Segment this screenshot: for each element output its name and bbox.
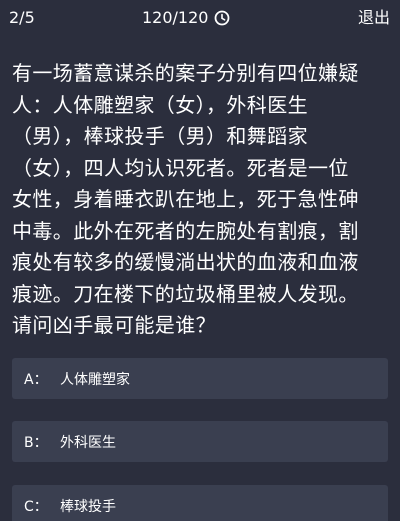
timer-value: 120/120 xyxy=(142,8,209,27)
question-text: 有一场蓄意谋杀的案子分别有四位嫌疑 人：人体雕塑家（女），外科医生 （男），棒球… xyxy=(12,61,359,337)
option-letter: C： xyxy=(24,498,48,515)
option-c[interactable]: C： 棒球投手 xyxy=(12,485,388,521)
exit-button[interactable]: 退出 xyxy=(358,8,390,28)
question-progress: 2/5 xyxy=(9,8,35,27)
option-letter: B： xyxy=(24,434,48,451)
option-b[interactable]: B： 外科医生 xyxy=(12,421,388,462)
option-a[interactable]: A： 人体雕塑家 xyxy=(12,358,388,399)
timer: 120/120 xyxy=(142,8,230,28)
option-label: 人体雕塑家 xyxy=(60,371,130,388)
option-letter: A： xyxy=(24,371,48,388)
clock-icon xyxy=(215,10,230,26)
top-bar: 2/5 120/120 退出 xyxy=(0,0,400,38)
option-label: 外科医生 xyxy=(60,434,116,451)
quiz-screen: 2/5 120/120 退出 有一场蓄意谋杀的案子分别有四位嫌疑 人：人体雕塑家… xyxy=(0,0,400,521)
option-label: 棒球投手 xyxy=(60,498,116,515)
